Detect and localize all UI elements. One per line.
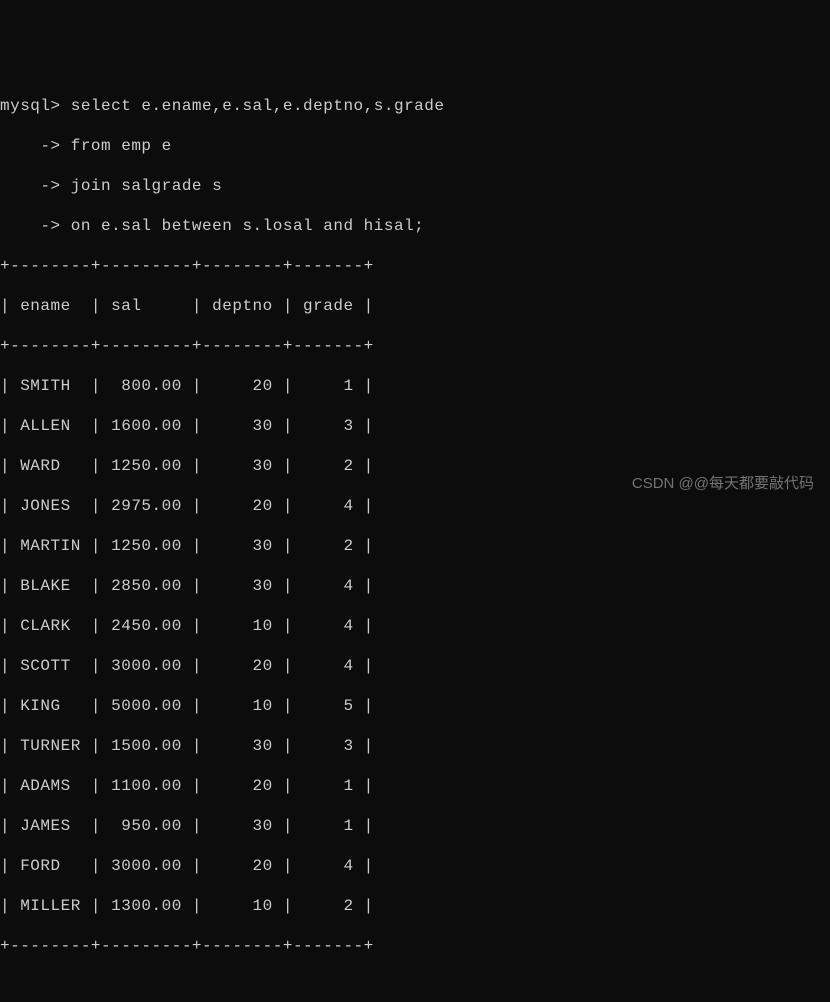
table-divider-mid: +--------+---------+--------+-------+: [0, 336, 830, 356]
table-divider-bottom: +--------+---------+--------+-------+: [0, 936, 830, 956]
query-line-4: -> on e.sal between s.losal and hisal;: [0, 216, 830, 236]
table-row: | MILLER | 1300.00 | 10 | 2 |: [0, 896, 830, 916]
mysql-prompt: mysql>: [0, 97, 61, 115]
query-line-3: -> join salgrade s: [0, 176, 830, 196]
query-text-3: join salgrade s: [61, 177, 223, 195]
query-line-2: -> from emp e: [0, 136, 830, 156]
continuation-prompt: ->: [0, 177, 61, 195]
table-row: | BLAKE | 2850.00 | 30 | 4 |: [0, 576, 830, 596]
table-row: | JONES | 2975.00 | 20 | 4 |: [0, 496, 830, 516]
table-header: | ename | sal | deptno | grade |: [0, 296, 830, 316]
table-row: | SMITH | 800.00 | 20 | 1 |: [0, 376, 830, 396]
query-text-2: from emp e: [61, 137, 172, 155]
table-row: | ALLEN | 1600.00 | 30 | 3 |: [0, 416, 830, 436]
table-row: | ADAMS | 1100.00 | 20 | 1 |: [0, 776, 830, 796]
continuation-prompt: ->: [0, 217, 61, 235]
table-row: | TURNER | 1500.00 | 30 | 3 |: [0, 736, 830, 756]
continuation-prompt: ->: [0, 137, 61, 155]
query-line-1: mysql> select e.ename,e.sal,e.deptno,s.g…: [0, 96, 830, 116]
table-row: | JAMES | 950.00 | 30 | 1 |: [0, 816, 830, 836]
query-text-1: select e.ename,e.sal,e.deptno,s.grade: [61, 97, 445, 115]
table-divider-top: +--------+---------+--------+-------+: [0, 256, 830, 276]
query-text-4: on e.sal between s.losal and hisal;: [61, 217, 425, 235]
table-row: | FORD | 3000.00 | 20 | 4 |: [0, 856, 830, 876]
table-row: | SCOTT | 3000.00 | 20 | 4 |: [0, 656, 830, 676]
table-row: | CLARK | 2450.00 | 10 | 4 |: [0, 616, 830, 636]
table-row: | MARTIN | 1250.00 | 30 | 2 |: [0, 536, 830, 556]
table-row: | KING | 5000.00 | 10 | 5 |: [0, 696, 830, 716]
terminal-output: mysql> select e.ename,e.sal,e.deptno,s.g…: [0, 76, 830, 976]
watermark: CSDN @@每天都要敲代码: [632, 472, 814, 493]
